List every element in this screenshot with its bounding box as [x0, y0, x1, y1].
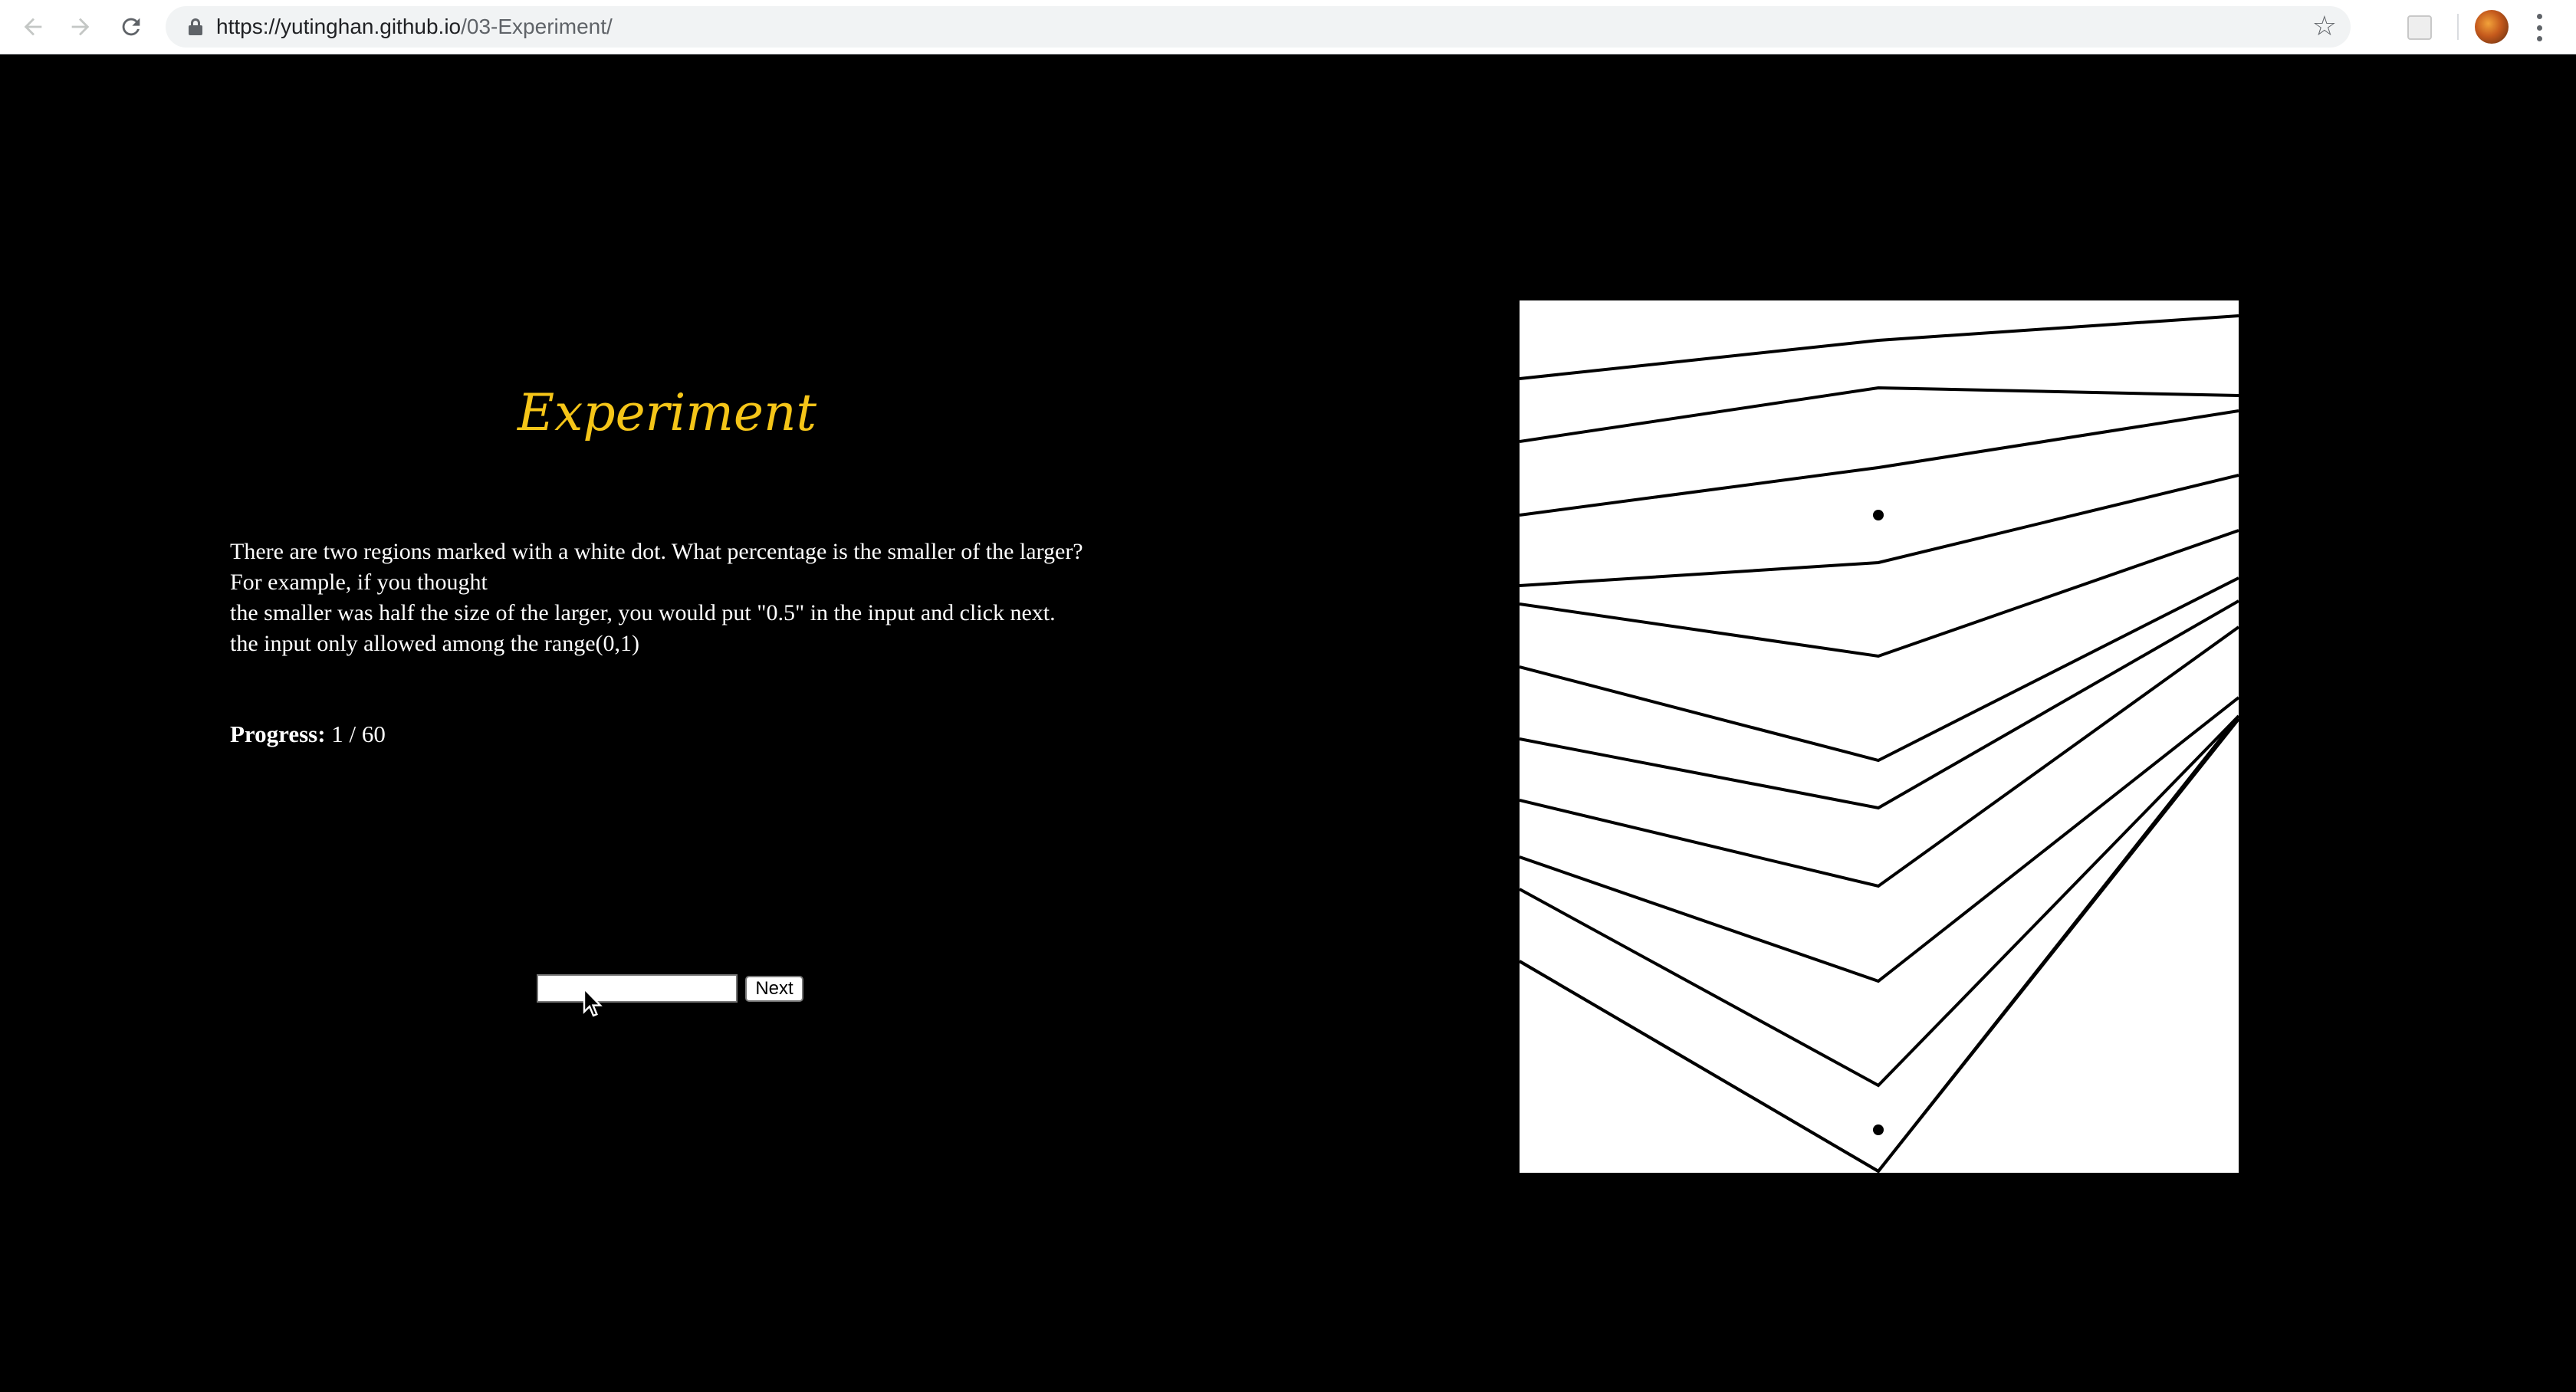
browser-toolbar: https://yutinghan.github.io/03-Experimen… — [0, 0, 2576, 54]
url-host: https://yutinghan.github.io — [216, 15, 462, 38]
boundary-line — [1520, 717, 2239, 1173]
toolbar-divider — [2457, 14, 2459, 40]
instruction-line: There are two regions marked with a whit… — [230, 539, 1083, 564]
region-lines — [1520, 314, 2239, 1173]
page-title: Experiment — [517, 383, 817, 442]
instruction-line: the input only allowed among the range(0… — [230, 631, 640, 656]
url-path: /03-Experiment/ — [461, 15, 613, 38]
boundary-line — [1520, 314, 2239, 380]
boundary-line — [1520, 714, 2239, 1088]
boundary-line — [1520, 625, 2239, 888]
marker-dot — [1873, 510, 1884, 520]
progress-label: Progress: — [230, 721, 326, 747]
next-button[interactable]: Next — [745, 976, 803, 1002]
boundary-line — [1520, 529, 2239, 658]
profile-avatar[interactable] — [2475, 10, 2509, 44]
progress: Progress: 1 / 60 — [230, 721, 386, 748]
reload-icon[interactable] — [113, 9, 149, 44]
forward-arrow-icon[interactable] — [63, 9, 98, 44]
instruction-line: For example, if you thought — [230, 570, 488, 595]
boundary-line — [1520, 386, 2239, 443]
boundary-line — [1520, 696, 2239, 983]
back-arrow-icon[interactable] — [15, 9, 51, 44]
instruction-line: the smaller was half the size of the lar… — [230, 600, 1056, 625]
extension-icon[interactable] — [2407, 15, 2432, 40]
instructions: There are two regions marked with a whit… — [230, 537, 1227, 659]
menu-dots-icon[interactable] — [2532, 11, 2547, 44]
answer-input[interactable] — [537, 974, 738, 1003]
boundary-line — [1520, 576, 2239, 763]
marker-dot — [1873, 1124, 1884, 1135]
progress-value: 1 / 60 — [331, 721, 386, 747]
bookmark-star-icon[interactable]: ☆ — [2312, 9, 2337, 44]
address-bar[interactable]: https://yutinghan.github.io/03-Experimen… — [166, 6, 2351, 48]
lock-icon — [189, 18, 202, 35]
url-text[interactable]: https://yutinghan.github.io/03-Experimen… — [216, 6, 613, 48]
mouse-cursor-icon — [583, 987, 603, 1017]
stimulus-chart — [1520, 300, 2239, 1173]
